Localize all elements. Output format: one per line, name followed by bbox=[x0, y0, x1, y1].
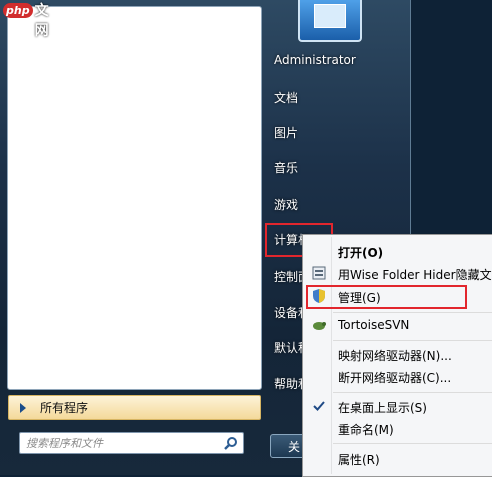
search-input[interactable] bbox=[24, 434, 218, 452]
menu-item-rename[interactable]: 重命名(M) bbox=[338, 421, 394, 438]
search-box[interactable] bbox=[19, 432, 244, 454]
arrow-right-icon bbox=[20, 402, 26, 413]
tortoisesvn-icon bbox=[313, 322, 326, 330]
menu-separator bbox=[333, 312, 492, 313]
menu-item-show-on-desktop[interactable]: 在桌面上显示(S) bbox=[338, 399, 427, 416]
right-item-pictures[interactable]: 图片 bbox=[274, 124, 298, 141]
computer-screen-icon bbox=[314, 4, 346, 28]
right-item-music[interactable]: 音乐 bbox=[274, 159, 298, 176]
menu-separator bbox=[333, 443, 492, 444]
recent-programs-pane bbox=[7, 6, 262, 390]
context-menu: 打开(O) 用Wise Folder Hider隐藏文 管理(G) Tortoi… bbox=[302, 234, 492, 477]
menu-separator bbox=[333, 340, 492, 341]
menu-item-map-network-drive[interactable]: 映射网络驱动器(N)... bbox=[338, 347, 452, 364]
menu-item-disconnect-network-drive[interactable]: 断开网络驱动器(C)... bbox=[338, 369, 451, 386]
menu-separator bbox=[333, 392, 492, 393]
menu-item-tortoisesvn[interactable]: TortoiseSVN bbox=[338, 318, 409, 332]
user-name[interactable]: Administrator bbox=[274, 53, 356, 67]
menu-item-properties[interactable]: 属性(R) bbox=[338, 451, 380, 468]
menu-gutter bbox=[331, 237, 332, 474]
search-icon[interactable] bbox=[224, 436, 238, 450]
checkmark-icon bbox=[313, 401, 325, 411]
all-programs-label: 所有程序 bbox=[40, 401, 89, 415]
all-programs-button[interactable]: 所有程序 bbox=[8, 395, 261, 420]
right-item-documents[interactable]: 文档 bbox=[274, 89, 298, 106]
site-logo: php 中文网 bbox=[0, 0, 60, 39]
highlight-manage bbox=[306, 285, 467, 309]
logo-site-name: 中文网 bbox=[34, 3, 49, 39]
logo-php: php bbox=[3, 2, 33, 18]
user-avatar[interactable] bbox=[298, 0, 362, 42]
shutdown-label: 关 bbox=[288, 440, 301, 454]
right-item-games[interactable]: 游戏 bbox=[274, 196, 298, 213]
wise-folder-icon bbox=[312, 266, 326, 280]
menu-item-open[interactable]: 打开(O) bbox=[338, 244, 383, 261]
menu-item-wise-folder-hider[interactable]: 用Wise Folder Hider隐藏文 bbox=[338, 266, 492, 283]
